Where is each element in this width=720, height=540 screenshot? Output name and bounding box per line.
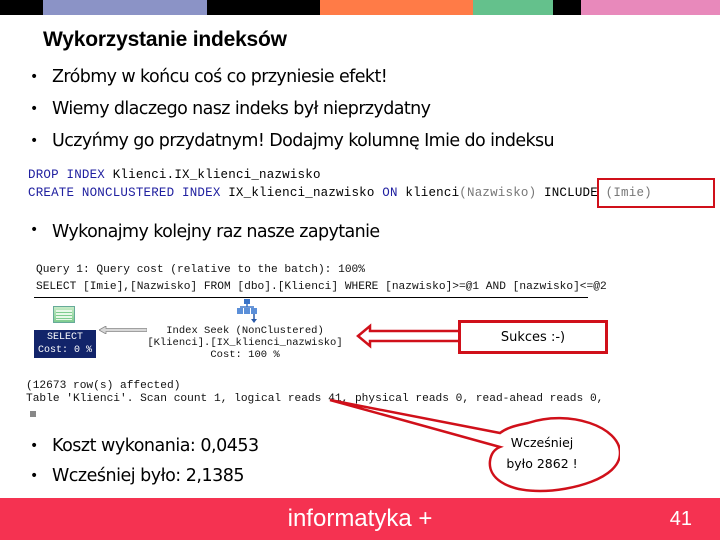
bullet-icon: •: [30, 468, 38, 484]
select-node[interactable]: SELECT Cost: 0 %: [34, 330, 96, 358]
seek-node-cost: Cost: 100 %: [210, 349, 280, 361]
select-node-label: SELECT: [46, 332, 83, 343]
sukces-pointer-arrow-icon: [356, 323, 460, 349]
sql-column-list: (Nazwisko): [459, 186, 545, 200]
color-segment-orange: [320, 0, 473, 15]
intro-bullet-list: • Zróbmy w końcu coś co przyniesie efekt!…: [30, 62, 555, 158]
index-seek-node[interactable]: Index Seek (NonClustered) [Klienci].[IX_k…: [145, 325, 345, 361]
sql-keyword: CREATE NONCLUSTERED INDEX: [28, 186, 229, 200]
sukces-annotation: Sukces :-): [458, 320, 608, 354]
index-seek-icon: [237, 299, 257, 323]
bullet-item: • Koszt wykonania: 0,0453: [30, 431, 259, 461]
sql-index-name: IX_klienci_nazwisko: [228, 186, 383, 200]
query-cost-line: Query 1: Query cost (relative to the bat…: [36, 264, 365, 276]
bullet-text: Zróbmy w końcu coś co przyniesie efekt!: [52, 67, 388, 87]
plan-divider: [34, 297, 588, 298]
callout-line2: było 2862 !: [506, 456, 578, 471]
color-segment-black-2: [207, 0, 320, 15]
plan-flow-arrow-icon: [99, 326, 147, 334]
cursor-marker-icon: [30, 411, 36, 417]
select-node-cost: Cost: 0 %: [37, 345, 92, 356]
sql-table-name: klienci: [405, 186, 460, 200]
color-segment-green: [473, 0, 553, 15]
callout-text: Wcześniej było 2862 !: [482, 432, 602, 474]
sql-drop-index-line: DROP INDEX Klienci.IX_klienci_nazwisko: [28, 168, 321, 182]
bullet-text: Koszt wykonania: 0,0453: [52, 436, 259, 456]
sql-keyword: DROP INDEX: [28, 168, 113, 182]
bullet-item: • Wcześniej było: 2,1385: [30, 461, 259, 491]
color-segment-pink: [581, 0, 720, 15]
execution-plan-header: Query 1: Query cost (relative to the bat…: [36, 262, 607, 296]
sql-identifier: Klienci.IX_klienci_nazwisko: [112, 168, 321, 182]
color-segment-purple: [43, 0, 207, 15]
page-number: 41: [669, 508, 692, 530]
bullet-icon: •: [30, 438, 38, 454]
bullet-text: Wcześniej było: 2,1385: [52, 466, 244, 486]
query-sql-line: SELECT [Imie],[Nazwisko] FROM [dbo].[Kli…: [36, 281, 607, 293]
bullet-item: • Zróbmy w końcu coś co przyniesie efekt!: [30, 62, 554, 94]
sql-create-index-line: CREATE NONCLUSTERED INDEX IX_klienci_naz…: [28, 186, 652, 200]
seek-node-object: [Klienci].[IX_klienci_nazwisko]: [147, 337, 343, 349]
bullet-item: • Wykonajmy kolejny raz nasze zapytanie: [30, 222, 380, 242]
top-color-bar: [0, 0, 720, 15]
bullet-icon: •: [30, 133, 38, 149]
footer-brand: informatyka +: [287, 505, 433, 532]
bullet-icon: •: [30, 101, 38, 117]
select-node-icon: [53, 306, 75, 323]
footer-bar: informatyka + 41: [0, 498, 720, 540]
callout-line1: Wcześniej: [510, 435, 574, 450]
rows-affected-line: (12673 row(s) affected): [26, 380, 181, 392]
slide-title: Wykorzystanie indeksów: [43, 28, 287, 51]
color-segment-black-3: [553, 0, 581, 15]
seek-node-operator: Index Seek (NonClustered): [166, 325, 324, 337]
sukces-label: Sukces :-): [500, 329, 566, 345]
bullet-text: Wykonajmy kolejny raz nasze zapytanie: [52, 222, 380, 242]
cost-bullet-list: • Koszt wykonania: 0,0453 • Wcześniej było…: [30, 431, 259, 491]
bullet-icon: •: [30, 222, 38, 238]
include-highlight-box: [597, 178, 715, 208]
bullet-text: Uczyńmy go przydatnym! Dodajmy kolumnę I…: [52, 131, 555, 151]
bullet-item: • Uczyńmy go przydatnym! Dodajmy kolumnę …: [30, 126, 555, 158]
sql-keyword-on: ON: [382, 186, 406, 200]
color-segment-black-1: [0, 0, 43, 15]
bullet-item: • Wiemy dlaczego nasz indeks był nieprzyd…: [30, 94, 554, 126]
bullet-text: Wiemy dlaczego nasz indeks był nieprzyda…: [52, 99, 431, 119]
bullet-icon: •: [30, 69, 38, 85]
